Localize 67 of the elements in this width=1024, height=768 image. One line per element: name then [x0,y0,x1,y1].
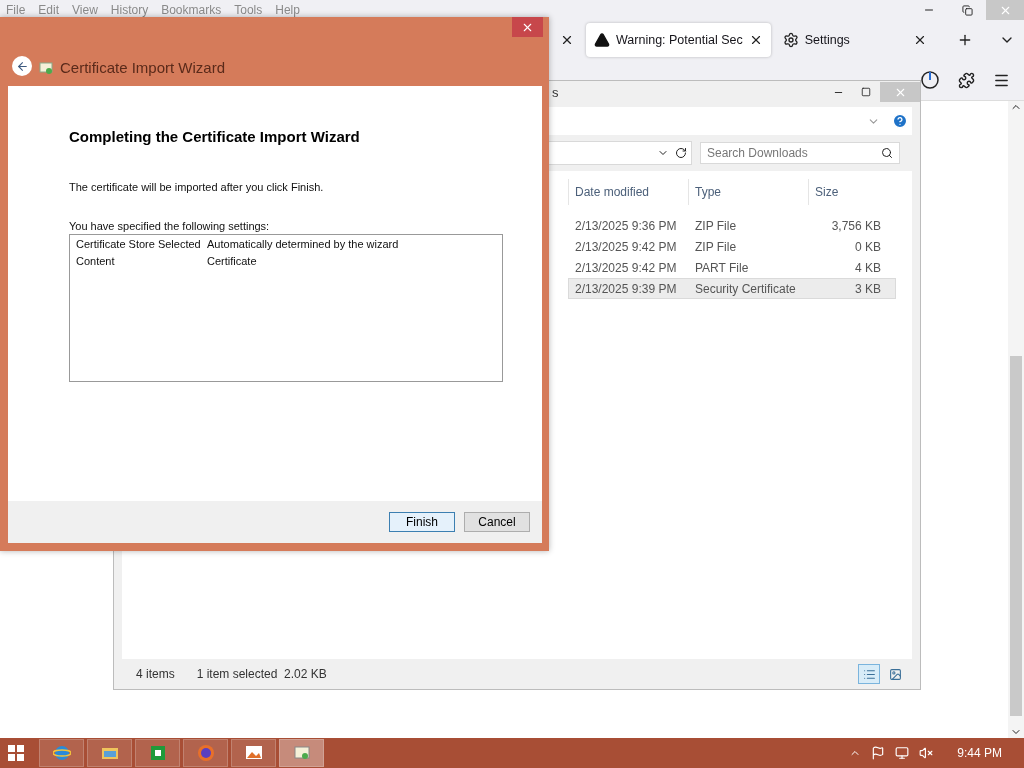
search-field[interactable]: Search Downloads [700,142,900,164]
image-icon [888,667,902,681]
setting-value: Certificate [207,255,258,269]
status-text: 4 items [136,667,175,681]
setting-value: Automatically determined by the wizard [207,238,400,252]
table-cell-text: ZIP File [694,218,738,233]
column-header[interactable]: Date modified [568,179,688,205]
grid-icon [148,744,167,762]
table-cell-text: 0 KB [854,239,882,254]
file-row[interactable]: 2/13/2025 9:36 PM ZIP File 3,756 KB [568,215,896,236]
taskbar-app[interactable] [279,739,324,767]
close-button[interactable] [512,17,543,37]
help-icon[interactable] [892,113,908,129]
taskbar-app[interactable] [135,739,180,767]
certificate-icon [38,60,54,76]
close-icon[interactable] [560,33,574,47]
settings-label: You have specified the following settings: [69,220,271,232]
search-icon [881,147,893,159]
start-icon[interactable] [8,745,24,761]
scrollbar-thumb[interactable] [1010,356,1022,716]
extensions-icon[interactable] [958,71,975,89]
table-cell-text: 3,756 KB [830,218,882,233]
setting-name: Certificate Store Selected [76,238,202,252]
settings-icon [782,32,799,48]
finish-button[interactable]: Finish [389,512,455,532]
browser-tab[interactable]: Warning: Potential Sec [586,23,771,57]
status-text: 1 item selected 2.02 KB [196,667,327,681]
file-row[interactable]: 2/13/2025 9:42 PM PART File 4 KB [568,257,896,278]
flag-icon[interactable] [871,746,886,760]
taskbar-app[interactable] [39,739,84,767]
column-header[interactable]: Size [808,179,884,205]
browser-tab[interactable]: Settings [774,23,935,57]
taskbar-app[interactable] [183,739,228,767]
maximize-icon [861,87,871,97]
arrow-left-icon [15,59,29,73]
column-header[interactable]: Type [688,179,808,205]
table-cell-text: Security Certificate [694,281,797,296]
back-button[interactable] [12,56,32,76]
file-row[interactable]: 2/13/2025 9:42 PM ZIP File 0 KB [568,236,896,257]
setting-name: Content [76,255,116,269]
image-icon [244,744,263,762]
table-cell-text: 2/13/2025 9:39 PM [574,281,678,296]
table-cell-text: 4 KB [854,260,882,275]
file-row[interactable]: 2/13/2025 9:39 PM Security Certificate 3 KB [568,278,896,299]
restore-icon [961,4,973,16]
list-icon [862,667,876,681]
timer-icon[interactable] [920,70,940,90]
certificate-icon [292,744,311,762]
warning-icon [594,32,610,48]
table-cell-text: 2/13/2025 9:42 PM [574,239,678,254]
details-view-button[interactable] [858,664,880,684]
table-cell-text: 2/13/2025 9:36 PM [574,218,678,233]
taskbar-app[interactable] [231,739,276,767]
message-text: The certificate will be imported after you click Finish. [69,181,325,193]
table-cell-text: 3 KB [854,281,882,296]
table-cell-text: ZIP File [694,239,738,254]
cancel-button[interactable]: Cancel [464,512,530,532]
table-cell-text: 2/13/2025 9:42 PM [574,260,678,275]
window-title: s [552,84,559,100]
network-icon[interactable] [895,746,910,760]
taskbar-app[interactable] [87,739,132,767]
refresh-icon[interactable] [675,147,687,159]
table-cell-text: PART File [694,260,750,275]
volume-muted-icon[interactable] [919,746,934,760]
clock[interactable]: 9:44 PM [957,746,1002,760]
wizard-heading: Completing the Certificate Import Wizard [69,128,361,145]
dialog-title: Certificate Import Wizard [60,59,226,76]
